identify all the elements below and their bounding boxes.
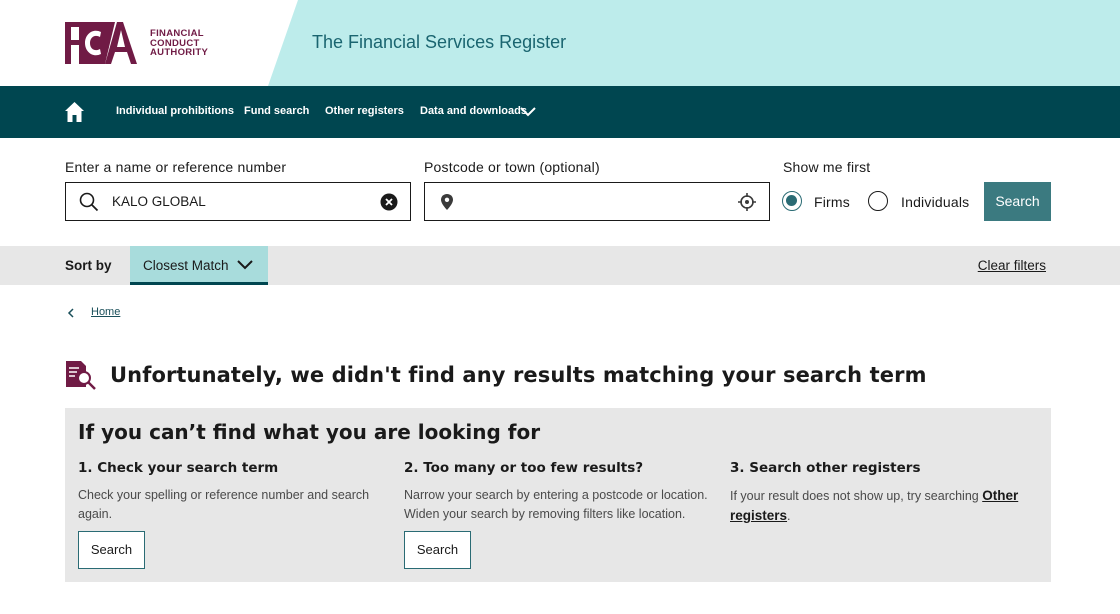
search-icon	[79, 192, 99, 212]
show-first-label: Show me first	[783, 159, 871, 175]
name-field-label: Enter a name or reference number	[65, 159, 287, 175]
help-title: If you can’t find what you are looking f…	[78, 420, 541, 444]
location-pin-icon	[441, 194, 453, 210]
sort-select[interactable]: Closest Match	[130, 246, 268, 285]
help-column-text: Narrow your search by entering a postcod…	[404, 488, 708, 521]
help-column-heading: 1. Check your search term	[78, 460, 279, 476]
postcode-input[interactable]	[424, 182, 770, 221]
help-column-text: Check your spelling or reference number …	[78, 488, 370, 521]
nav-item-other-registers[interactable]: Other registers	[325, 105, 404, 117]
radio-individuals-label[interactable]: Individuals	[901, 194, 969, 210]
crosshair-locate-icon[interactable]	[738, 193, 756, 211]
clear-filters-link[interactable]: Clear filters	[978, 258, 1046, 273]
sort-select-value: Closest Match	[143, 258, 229, 273]
breadcrumb-home-link[interactable]: Home	[91, 306, 120, 318]
chevron-left-icon	[67, 308, 74, 318]
sort-bar: Sort by Closest Match Clear filters	[0, 246, 1120, 285]
document-search-icon	[66, 361, 96, 390]
help-column-results: 2. Too many or too few results? Narrow y…	[404, 460, 714, 524]
name-input-value[interactable]: KALO GLOBAL	[112, 194, 206, 209]
logo-wordmark: FINANCIAL CONDUCT AUTHORITY	[150, 29, 208, 58]
name-search-input[interactable]: KALO GLOBAL	[65, 182, 411, 221]
logo-word: AUTHORITY	[150, 47, 209, 58]
help-panel: If you can’t find what you are looking f…	[65, 408, 1051, 582]
help-column-check-search: 1. Check your search term Check your spe…	[78, 460, 388, 524]
help-column-text: If your result does not show up, try sea…	[730, 486, 1030, 526]
help-text-after: .	[787, 509, 791, 523]
fca-logo[interactable]: FINANCIAL CONDUCT AUTHORITY	[65, 20, 210, 68]
help-text-before: If your result does not show up, try sea…	[730, 489, 983, 503]
nav-item-fund-search[interactable]: Fund search	[244, 105, 309, 117]
help-column-other-registers: 3. Search other registers If your result…	[730, 460, 1030, 526]
search-button[interactable]: Search	[984, 182, 1051, 221]
help-column-heading: 2. Too many or too few results?	[404, 460, 644, 476]
main-nav: Individual prohibitions Fund search Othe…	[0, 86, 1120, 138]
site-header: FINANCIAL CONDUCT AUTHORITY The Financia…	[0, 0, 1120, 86]
chevron-down-icon[interactable]	[519, 104, 537, 118]
help-search-button[interactable]: Search	[404, 531, 471, 569]
nav-item-data-and-downloads[interactable]: Data and downloads	[420, 105, 527, 117]
site-title[interactable]: The Financial Services Register	[312, 32, 566, 53]
sort-by-label: Sort by	[65, 258, 112, 273]
fca-logo-mark	[65, 22, 137, 64]
postcode-field-label: Postcode or town (optional)	[424, 159, 600, 175]
help-column-heading: 3. Search other registers	[730, 460, 921, 476]
radio-individuals[interactable]	[868, 191, 888, 211]
home-icon[interactable]	[64, 101, 85, 123]
radio-firms-label[interactable]: Firms	[814, 194, 850, 210]
clear-input-icon[interactable]	[380, 193, 398, 211]
chevron-down-icon	[237, 260, 253, 270]
help-search-button[interactable]: Search	[78, 531, 145, 569]
radio-firms[interactable]	[782, 191, 802, 211]
nav-item-individual-prohibitions[interactable]: Individual prohibitions	[116, 105, 234, 117]
no-results-message: Unfortunately, we didn't find any result…	[110, 363, 927, 387]
